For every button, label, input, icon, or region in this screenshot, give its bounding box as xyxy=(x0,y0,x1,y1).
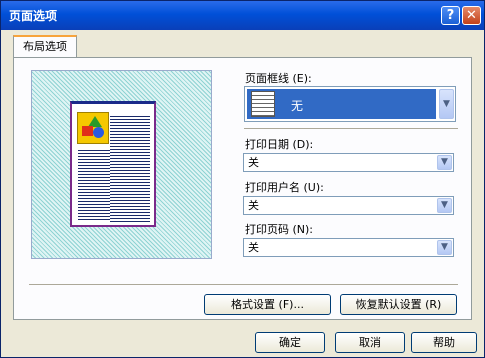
chevron-down-icon[interactable]: ▼ xyxy=(437,198,452,213)
ok-button[interactable]: 确定 xyxy=(255,332,325,353)
tab-layout-options[interactable]: 布局选项 xyxy=(13,35,77,58)
window-title: 页面选项 xyxy=(9,9,58,23)
format-settings-button[interactable]: 格式设置 (F)... xyxy=(204,294,331,315)
no-border-icon xyxy=(251,91,275,117)
page-number-label: 打印页码 (N): xyxy=(245,223,314,236)
cancel-button[interactable]: 取消 xyxy=(335,332,405,353)
border-select[interactable]: 无 ▼ xyxy=(244,86,456,122)
chevron-down-icon[interactable]: ▼ xyxy=(439,89,454,119)
user-value: 关 xyxy=(248,199,259,212)
help-text-button[interactable]: 帮助 xyxy=(411,332,477,353)
date-select[interactable]: 关 ▼ xyxy=(243,153,454,172)
tab-panel: 页面框线 (E): 无 ▼ 打印日期 (D): 关 ▼ 打印用户名 (U): 关… xyxy=(13,57,472,320)
text-lines xyxy=(110,114,150,222)
close-button[interactable]: ✕ xyxy=(462,6,481,25)
chevron-down-icon[interactable]: ▼ xyxy=(437,155,452,170)
title-bar: 页面选项 ? ✕ xyxy=(1,1,484,30)
separator xyxy=(29,284,458,285)
border-label: 页面框线 (E): xyxy=(245,72,312,85)
separator xyxy=(244,128,458,129)
page-number-value: 关 xyxy=(248,241,259,254)
border-selected-value: 无 xyxy=(247,89,436,119)
page-number-select[interactable]: 关 ▼ xyxy=(243,238,454,257)
shapes-image-icon xyxy=(77,112,109,144)
user-select[interactable]: 关 ▼ xyxy=(243,196,454,215)
border-value: 无 xyxy=(291,99,304,113)
date-value: 关 xyxy=(248,156,259,169)
restore-defaults-button[interactable]: 恢复默认设置 (R) xyxy=(340,294,457,315)
preview-area xyxy=(31,70,212,259)
page-options-dialog: 页面选项 ? ✕ 布局选项 页面框线 (E): 无 ▼ 打印日期 (D): 关 … xyxy=(0,0,485,358)
date-label: 打印日期 (D): xyxy=(245,138,314,151)
help-button[interactable]: ? xyxy=(441,6,460,25)
text-lines xyxy=(78,148,110,222)
user-label: 打印用户名 (U): xyxy=(245,181,324,194)
chevron-down-icon[interactable]: ▼ xyxy=(437,240,452,255)
page-preview-icon xyxy=(70,101,156,227)
